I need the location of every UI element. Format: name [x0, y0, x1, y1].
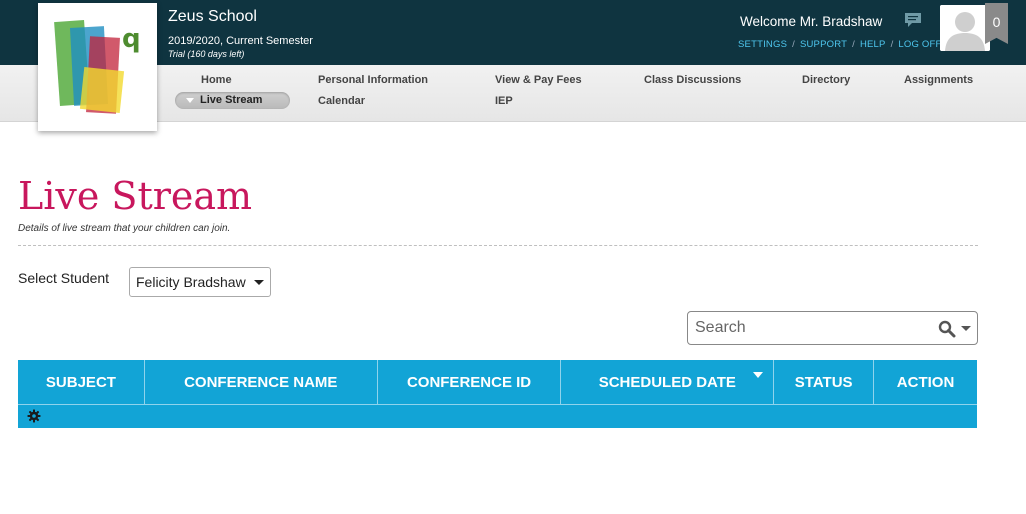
link-separator: / [852, 39, 855, 50]
search-icon[interactable] [938, 320, 956, 338]
nav-live-stream-label: Live Stream [200, 94, 263, 106]
school-name: Zeus School [168, 8, 257, 25]
link-separator: / [890, 39, 894, 50]
nav-iep[interactable]: IEP [495, 95, 513, 107]
semester-label: 2019/2020, Current Semester [168, 35, 313, 47]
svg-text:q: q [122, 24, 141, 54]
column-conference-id[interactable]: CONFERENCE ID [378, 360, 562, 404]
sort-down-icon [753, 372, 764, 378]
school-logo[interactable]: q [38, 3, 157, 131]
nav-home[interactable]: Home [201, 74, 232, 86]
avatar-placeholder-icon [940, 5, 990, 51]
column-action[interactable]: ACTION [874, 360, 977, 404]
search-options-caret-icon[interactable] [961, 326, 971, 331]
nav-view-pay-fees[interactable]: View & Pay Fees [495, 74, 582, 86]
table-toolbar [18, 404, 977, 428]
account-links: SETTINGS / SUPPORT / HELP / LOG OFF [738, 39, 942, 50]
page-title: Live Stream [18, 174, 253, 218]
page-subtitle: Details of live stream that your childre… [18, 223, 231, 234]
nav-directory[interactable]: Directory [802, 74, 850, 86]
support-link[interactable]: SUPPORT [800, 39, 847, 50]
nav-calendar[interactable]: Calendar [318, 95, 365, 107]
nav-personal-information[interactable]: Personal Information [318, 74, 428, 86]
notification-badge[interactable]: 0 [985, 3, 1008, 44]
nav-class-discussions[interactable]: Class Discussions [644, 74, 741, 86]
trial-label: Trial (160 days left) [168, 49, 245, 59]
chevron-down-icon [186, 98, 194, 103]
search-input[interactable]: Search [687, 311, 978, 345]
column-subject[interactable]: SUBJECT [18, 360, 145, 404]
gear-icon[interactable] [27, 409, 41, 423]
nav-assignments[interactable]: Assignments [904, 74, 973, 86]
select-student-label: Select Student [18, 270, 110, 286]
student-select-value: Felicity Bradshaw [136, 274, 246, 290]
help-link[interactable]: HELP [860, 39, 886, 50]
dropdown-caret-icon [254, 280, 264, 285]
avatar[interactable] [940, 5, 990, 51]
welcome-message: Welcome Mr. Bradshaw [740, 14, 883, 29]
link-separator: / [792, 39, 795, 50]
divider [18, 245, 978, 246]
settings-link[interactable]: SETTINGS [738, 39, 787, 50]
column-scheduled-date-label: SCHEDULED DATE [598, 373, 736, 391]
log-off-link[interactable]: LOG OFF [898, 39, 941, 50]
column-scheduled-date[interactable]: SCHEDULED DATE [561, 360, 775, 404]
nav-live-stream[interactable]: Live Stream [175, 92, 290, 109]
search-placeholder: Search [695, 319, 746, 336]
student-select[interactable]: Felicity Bradshaw [129, 267, 271, 297]
column-conference-name[interactable]: CONFERENCE NAME [145, 360, 378, 404]
chat-icon[interactable] [904, 12, 922, 28]
column-status[interactable]: STATUS [774, 360, 875, 404]
live-stream-table: SUBJECT CONFERENCE NAME CONFERENCE ID SC… [18, 360, 977, 428]
logo-graphic: q [54, 20, 141, 114]
table-header: SUBJECT CONFERENCE NAME CONFERENCE ID SC… [18, 360, 977, 404]
